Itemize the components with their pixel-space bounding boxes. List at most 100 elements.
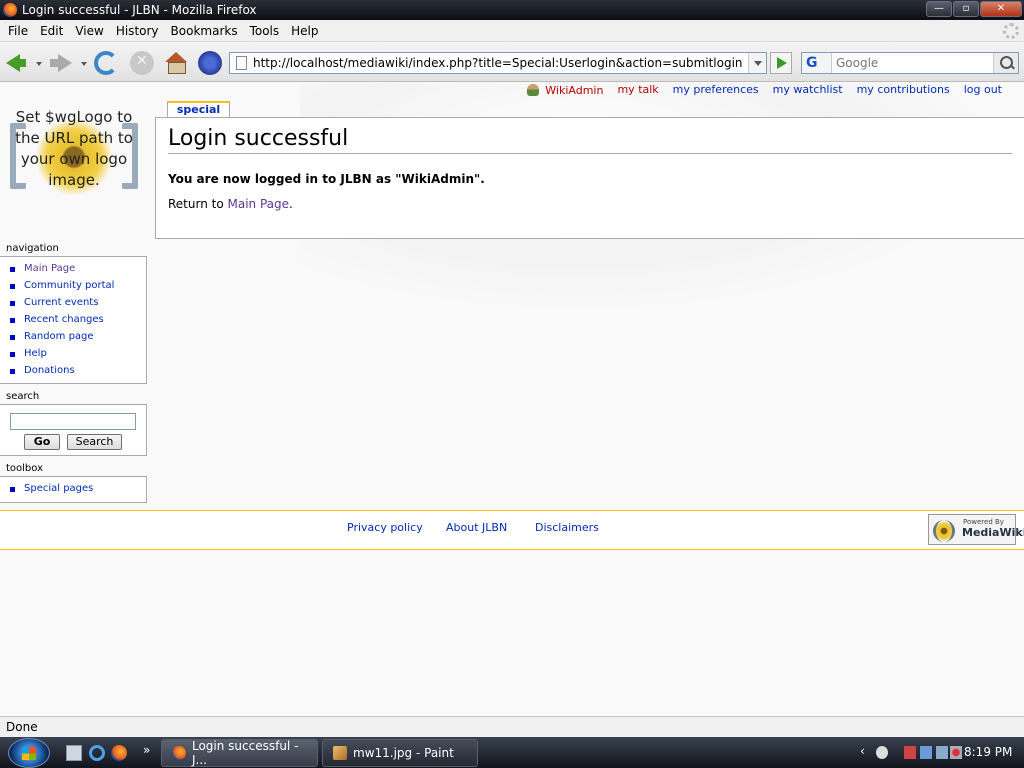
back-history-dropdown-icon[interactable]: [36, 62, 42, 66]
window-titlebar[interactable]: Login successful - JLBN - Mozilla Firefo…: [0, 0, 1024, 20]
url-history-dropdown-icon[interactable]: [748, 53, 766, 73]
quicklaunch-more-icon[interactable]: »: [143, 743, 150, 757]
go-arrow-button[interactable]: [770, 52, 792, 74]
close-button[interactable]: ✕: [980, 1, 1022, 17]
window-controls: — ▫ ✕: [925, 1, 1022, 17]
firefox-icon: [172, 746, 186, 760]
back-button[interactable]: [4, 50, 30, 76]
disclaimers-link[interactable]: Disclaimers: [535, 521, 599, 534]
sidebar-item-community-portal[interactable]: Community portal: [24, 280, 114, 291]
taskbar-item-label: mw11.jpg - Paint: [353, 746, 454, 760]
menu-view[interactable]: View: [75, 24, 103, 38]
forward-button[interactable]: [48, 50, 74, 76]
user-page-link[interactable]: WikiAdmin: [527, 83, 603, 97]
my-talk-link[interactable]: my talk: [617, 83, 658, 97]
throbber-icon: [1003, 23, 1019, 39]
list-item: Recent changes: [10, 311, 146, 328]
list-item: Help: [10, 345, 146, 362]
about-link[interactable]: About JLBN: [446, 521, 507, 534]
search-heading: search: [6, 391, 40, 402]
minimize-button[interactable]: —: [926, 1, 952, 17]
return-prefix: Return to: [168, 197, 224, 211]
return-line: Return to Main Page.: [168, 197, 293, 211]
site-logo[interactable]: Set $wgLogo to the URL path to your own …: [6, 101, 142, 221]
navigation-heading: navigation: [6, 243, 59, 254]
search-engine-icon[interactable]: G: [802, 53, 832, 73]
url-input[interactable]: [253, 56, 743, 70]
address-bar[interactable]: [229, 52, 767, 74]
addon-toolbar-icon[interactable]: [198, 51, 222, 75]
menu-file[interactable]: File: [8, 24, 28, 38]
toolbox-heading: toolbox: [6, 463, 44, 474]
go-button[interactable]: Go: [24, 434, 60, 450]
list-item: Community portal: [10, 277, 146, 294]
maximize-button[interactable]: ▫: [953, 1, 979, 17]
search-input[interactable]: [836, 56, 994, 70]
menu-edit[interactable]: Edit: [40, 24, 63, 38]
tray-power-icon[interactable]: [936, 746, 948, 759]
main-page-link[interactable]: Main Page: [228, 197, 290, 211]
tray-monitor-icon[interactable]: [920, 746, 932, 759]
reload-button[interactable]: [94, 51, 118, 75]
toolbox-portlet: Special pages: [0, 476, 147, 503]
show-desktop-icon[interactable]: [66, 745, 82, 761]
search-magnifier-icon[interactable]: [993, 53, 1018, 73]
taskbar-item-label: Login successful - J...: [191, 739, 299, 767]
list-item: Random page: [10, 328, 146, 345]
taskbar-item-paint[interactable]: mw11.jpg - Paint: [322, 739, 478, 767]
paint-icon: [333, 746, 347, 760]
forward-history-dropdown-icon[interactable]: [81, 62, 87, 66]
menu-help[interactable]: Help: [291, 24, 318, 38]
menu-bookmarks[interactable]: Bookmarks: [171, 24, 238, 38]
page-title: Login successful: [168, 126, 1012, 154]
tray-app-icon[interactable]: [904, 746, 916, 759]
home-button[interactable]: [163, 50, 189, 76]
navigation-toolbar: G: [0, 42, 1024, 82]
powered-by-mediawiki-badge[interactable]: Powered By MediaWiki: [928, 514, 1024, 545]
user-page-label: WikiAdmin: [545, 83, 604, 97]
taskbar-item-firefox[interactable]: Login successful - J...: [161, 739, 318, 767]
menu-tools[interactable]: Tools: [250, 24, 280, 38]
sidebar-item-donations[interactable]: Donations: [24, 365, 75, 376]
sidebar-item-random-page[interactable]: Random page: [24, 331, 94, 342]
wiki-search-input[interactable]: [10, 413, 136, 430]
sidebar-item-current-events[interactable]: Current events: [24, 297, 98, 308]
mediawiki-label: MediaWiki: [962, 526, 1024, 539]
my-watchlist-link[interactable]: my watchlist: [773, 83, 843, 97]
internet-explorer-icon[interactable]: [89, 745, 105, 761]
search-bar[interactable]: G: [801, 52, 1019, 74]
menubar: File Edit View History Bookmarks Tools H…: [0, 20, 1024, 42]
my-contributions-link[interactable]: my contributions: [857, 83, 950, 97]
menu-history[interactable]: History: [116, 24, 159, 38]
system-tray: ‹ 8:19 PM: [858, 737, 1024, 768]
tray-volume-icon[interactable]: [950, 746, 962, 759]
page-content: Set $wgLogo to the URL path to your own …: [0, 83, 1024, 716]
login-message: You are now logged in to JLBN as "WikiAd…: [168, 172, 485, 186]
navigation-portlet: Main Page Community portal Current event…: [0, 256, 147, 384]
search-portlet: Go Search: [0, 404, 147, 456]
taskbar: » Login successful - J... mw11.jpg - Pai…: [0, 737, 1024, 768]
window-title: Login successful - JLBN - Mozilla Firefo…: [22, 3, 257, 17]
tray-expand-icon[interactable]: ‹: [860, 744, 872, 758]
privacy-policy-link[interactable]: Privacy policy: [347, 521, 423, 534]
powered-by-label: Powered By: [963, 518, 1004, 526]
search-button[interactable]: Search: [67, 434, 122, 450]
sidebar-item-special-pages[interactable]: Special pages: [24, 483, 93, 494]
list-item: Special pages: [10, 480, 146, 497]
my-preferences-link[interactable]: my preferences: [673, 83, 759, 97]
clock[interactable]: 8:19 PM: [964, 745, 1012, 759]
tray-network-icon[interactable]: [876, 746, 888, 759]
tab-special[interactable]: special: [167, 101, 230, 118]
personal-tools: WikiAdmin my talk my preferences my watc…: [513, 83, 1002, 97]
firefox-icon: [3, 3, 17, 17]
start-button[interactable]: [8, 738, 50, 768]
list-item: Current events: [10, 294, 146, 311]
log-out-link[interactable]: log out: [964, 83, 1002, 97]
sidebar-item-main-page[interactable]: Main Page: [24, 263, 75, 274]
firefox-quicklaunch-icon[interactable]: [111, 745, 127, 761]
return-suffix: .: [289, 197, 293, 211]
status-bar: Done: [0, 716, 1024, 737]
stop-button[interactable]: [130, 51, 154, 75]
sidebar-item-recent-changes[interactable]: Recent changes: [24, 314, 104, 325]
sidebar-item-help[interactable]: Help: [24, 348, 47, 359]
